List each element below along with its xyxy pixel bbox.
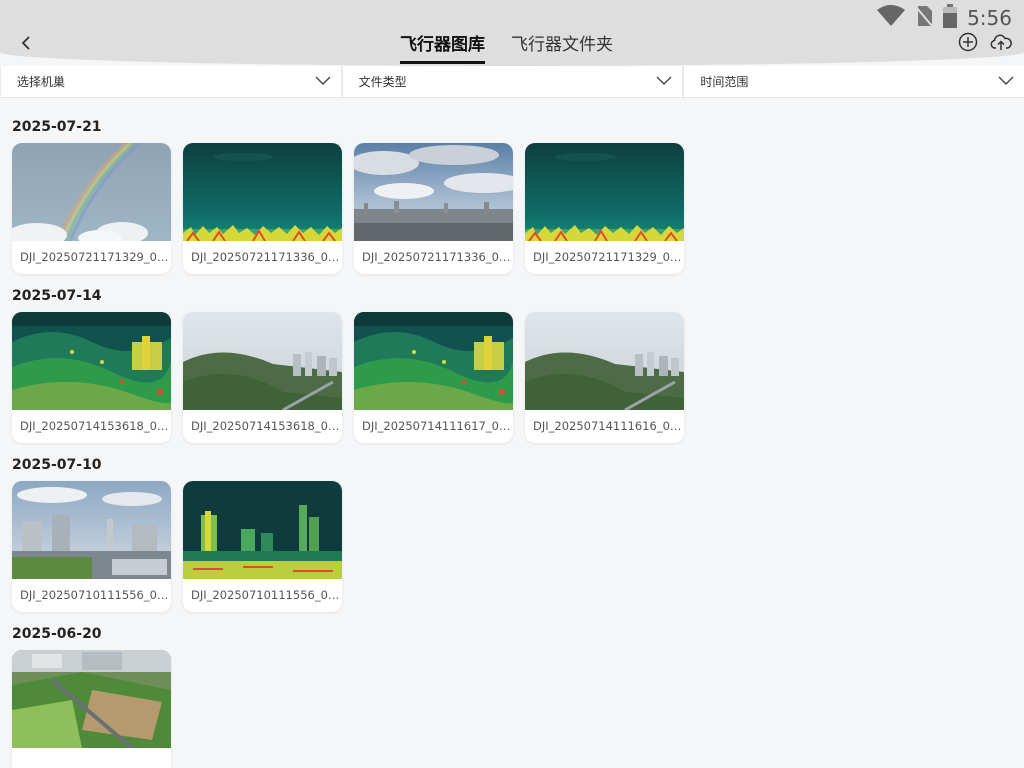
date-group-label: 2025-07-21 <box>12 119 102 135</box>
media-thumbnail <box>183 481 342 579</box>
media-thumbnail <box>183 143 342 241</box>
date-group: 2025-07-21 DJI_20250721171329_0… DJI_202… <box>12 98 1012 274</box>
media-card[interactable]: DJI_20250721171336_0… <box>354 143 513 274</box>
thumbnail-grid: DJI_20250714153618_0… DJI_20250714153618… <box>12 312 1012 443</box>
media-thumbnail <box>12 481 171 579</box>
media-filename <box>12 748 171 768</box>
upload-button[interactable] <box>990 34 1012 54</box>
tab-bar: 飞行器图库 飞行器文件夹 <box>400 30 613 64</box>
no-sim-icon <box>915 5 933 31</box>
media-thumbnail <box>354 143 513 241</box>
chevron-left-icon <box>21 35 31 55</box>
media-thumbnail <box>12 312 171 410</box>
media-card[interactable]: DJI_20250714111616_0… <box>525 312 684 443</box>
add-button[interactable] <box>957 32 979 56</box>
chevron-down-icon <box>656 75 672 89</box>
status-time: 5:56 <box>967 6 1012 30</box>
media-filename: DJI_20250721171329_0… <box>533 250 682 264</box>
media-card[interactable]: DJI_20250721171336_0… <box>183 143 342 274</box>
media-card[interactable]: DJI_20250710111556_0… <box>12 481 171 612</box>
wifi-icon <box>877 5 906 31</box>
media-filename: DJI_20250710111556_0… <box>20 588 169 602</box>
media-filename: DJI_20250721171336_0… <box>362 250 511 264</box>
media-card[interactable]: DJI_20250714153618_0… <box>12 312 171 443</box>
media-card[interactable]: DJI_20250710111556_0… <box>183 481 342 612</box>
file-type-select-label: 文件类型 <box>358 75 407 89</box>
media-filename: DJI_20250710111556_0… <box>191 588 340 602</box>
media-filename: DJI_20250721171329_0… <box>20 250 169 264</box>
media-card[interactable]: DJI_20250721171329_0… <box>12 143 171 274</box>
media-thumbnail <box>12 143 171 241</box>
media-card[interactable]: DJI_20250721171329_0… <box>525 143 684 274</box>
filter-bar: 选择机巢 文件类型 时间范围 <box>0 66 1024 98</box>
date-group-label: 2025-07-10 <box>12 457 102 473</box>
tab-aircraft-gallery[interactable]: 飞行器图库 <box>400 30 485 64</box>
media-thumbnail <box>183 312 342 410</box>
time-range-select-label: 时间范围 <box>700 75 749 89</box>
time-range-select[interactable]: 时间范围 <box>683 66 1024 97</box>
media-thumbnail <box>525 143 684 241</box>
chevron-down-icon <box>315 75 331 89</box>
media-filename: DJI_20250714111616_0… <box>533 419 682 433</box>
thumbnail-grid: DJI_20250710111556_0… DJI_20250710111556… <box>12 481 1012 612</box>
dock-select-label: 选择机巢 <box>17 75 66 89</box>
media-thumbnail <box>354 312 513 410</box>
date-group: 2025-06-20 <box>12 605 1012 768</box>
media-gallery: 2025-07-21 DJI_20250721171329_0… DJI_202… <box>12 98 1012 768</box>
date-group: 2025-07-10 DJI_20250710111556_0… DJI_202… <box>12 436 1012 612</box>
status-bar: 5:56 <box>877 4 1012 32</box>
media-filename: DJI_20250714111617_0… <box>362 419 511 433</box>
date-group-label: 2025-07-14 <box>12 288 102 304</box>
cloud-upload-icon <box>990 33 1012 55</box>
media-card[interactable]: DJI_20250714153618_0… <box>183 312 342 443</box>
chevron-down-icon <box>998 75 1014 89</box>
media-filename: DJI_20250714153618_0… <box>191 419 340 433</box>
media-thumbnail <box>12 650 171 748</box>
thumbnail-grid: DJI_20250721171329_0… DJI_20250721171336… <box>12 143 1012 274</box>
media-filename: DJI_20250714153618_0… <box>20 419 169 433</box>
dock-select[interactable]: 选择机巢 <box>0 66 342 97</box>
top-header: 5:56 飞行器图库 飞行器文件夹 <box>0 0 1024 66</box>
thumbnail-grid <box>12 650 1012 768</box>
plus-circle-icon <box>958 32 978 56</box>
date-group: 2025-07-14 DJI_20250714153618_0… DJI_202… <box>12 267 1012 443</box>
file-type-select[interactable]: 文件类型 <box>341 66 684 97</box>
media-thumbnail <box>525 312 684 410</box>
tab-aircraft-folder[interactable]: 飞行器文件夹 <box>511 30 613 64</box>
media-filename: DJI_20250721171336_0… <box>191 250 340 264</box>
media-card[interactable]: DJI_20250714111617_0… <box>354 312 513 443</box>
date-group-label: 2025-06-20 <box>12 626 102 642</box>
back-button[interactable] <box>16 34 36 56</box>
battery-icon <box>943 4 958 32</box>
media-card[interactable] <box>12 650 171 768</box>
